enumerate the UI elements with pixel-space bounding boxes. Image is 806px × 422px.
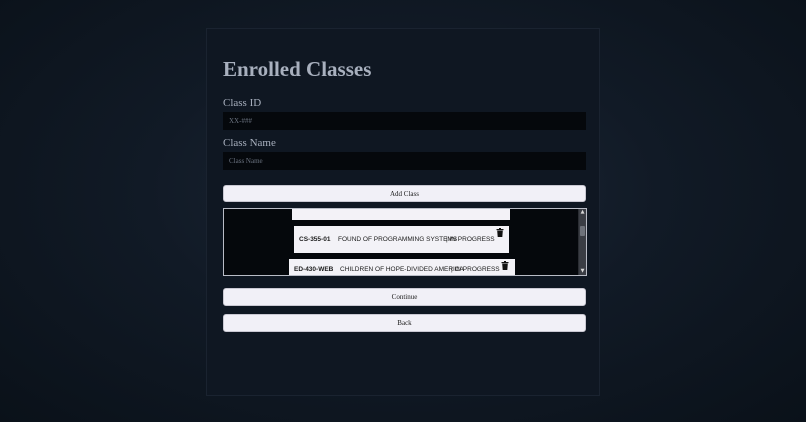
add-class-button[interactable]: Add Class bbox=[223, 185, 586, 202]
class-code: CS-355-01 bbox=[299, 236, 331, 243]
class-title: FOUND OF PROGRAMMING SYSTEMS bbox=[338, 236, 458, 243]
list-item-partial bbox=[292, 209, 510, 220]
list-scrollbar[interactable]: ▲ ▼ bbox=[578, 209, 586, 275]
scroll-up-arrow[interactable]: ▲ bbox=[579, 209, 586, 216]
back-button[interactable]: Back bbox=[223, 314, 586, 332]
class-id-input[interactable] bbox=[223, 112, 586, 130]
enrolled-classes-panel: Enrolled Classes Class ID Class Name Add… bbox=[206, 28, 600, 396]
class-name-input[interactable] bbox=[223, 152, 586, 170]
enrolled-class-list[interactable]: CS-355-01 FOUND OF PROGRAMMING SYSTEMS |… bbox=[223, 208, 587, 276]
list-item: ED-430-WEB CHILDREN OF HOPE-DIVIDED AMER… bbox=[289, 259, 515, 275]
trash-icon[interactable] bbox=[496, 228, 504, 237]
page-title: Enrolled Classes bbox=[223, 57, 372, 81]
continue-button[interactable]: Continue bbox=[223, 288, 586, 306]
list-item: CS-355-01 FOUND OF PROGRAMMING SYSTEMS |… bbox=[294, 226, 509, 253]
scroll-down-arrow[interactable]: ▼ bbox=[579, 268, 586, 275]
scroll-thumb[interactable] bbox=[580, 226, 585, 236]
trash-icon[interactable] bbox=[501, 261, 509, 270]
class-name-label: Class Name bbox=[223, 137, 276, 149]
class-id-label: Class ID bbox=[223, 97, 262, 109]
class-code: ED-430-WEB bbox=[294, 266, 334, 273]
class-status: | IN PROGRESS bbox=[451, 266, 500, 273]
class-title: CHILDREN OF HOPE-DIVIDED AMERICA bbox=[340, 266, 464, 273]
class-status: | IN PROGRESS bbox=[446, 236, 495, 243]
